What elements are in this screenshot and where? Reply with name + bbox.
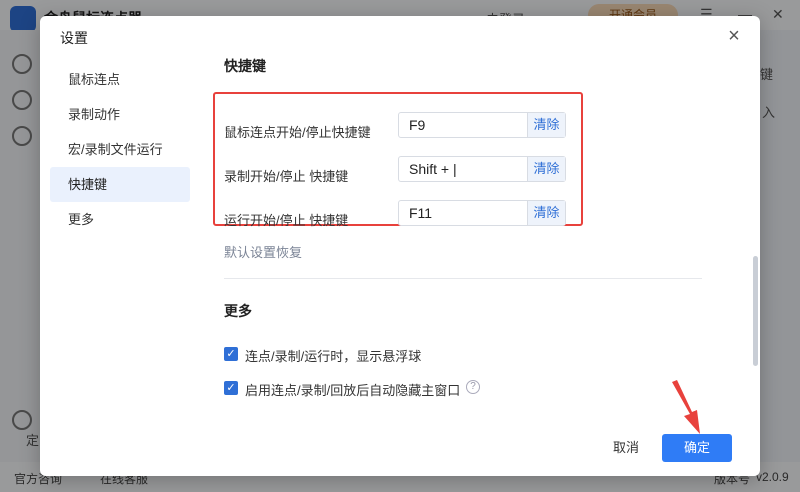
hotkey-input-click[interactable]: F9 清除	[398, 112, 566, 138]
hotkey-input-record[interactable]: Shift + | 清除	[398, 156, 566, 182]
hotkey-label-click: 鼠标连点开始/停止快捷键	[224, 125, 371, 140]
option-label-floating-ball: 连点/录制/运行时，显示悬浮球	[245, 349, 422, 364]
nav-item-hotkeys[interactable]: 快捷键	[50, 167, 190, 202]
dialog-title: 设置	[60, 30, 88, 46]
hotkey-label-run: 运行开始/停止 快捷键	[224, 213, 349, 228]
hotkey-row-click: 鼠标连点开始/停止快捷键 F9 清除	[224, 112, 584, 142]
ok-button[interactable]: 确定	[662, 434, 732, 462]
hotkey-value-record: Shift + |	[409, 161, 457, 177]
option-label-auto-hide: 启用连点/录制/回放后自动隐藏主窗口	[245, 383, 461, 398]
section-divider	[224, 278, 702, 279]
hotkey-row-run: 运行开始/停止 快捷键 F11 清除	[224, 200, 584, 230]
checkbox-floating-ball[interactable]: ✓	[224, 347, 238, 361]
hotkey-input-run[interactable]: F11 清除	[398, 200, 566, 226]
hotkey-section-title: 快捷键	[224, 58, 266, 74]
nav-item-macro-run[interactable]: 宏/录制文件运行	[50, 132, 190, 167]
hotkey-value-click: F9	[409, 117, 426, 133]
scrollbar[interactable]	[753, 256, 758, 366]
more-section-title: 更多	[224, 303, 252, 319]
hotkey-label-record: 录制开始/停止 快捷键	[224, 169, 349, 184]
checkbox-auto-hide[interactable]: ✓	[224, 381, 238, 395]
nav-item-record-action[interactable]: 录制动作	[50, 97, 190, 132]
settings-nav: 鼠标连点 录制动作 宏/录制文件运行 快捷键 更多	[50, 62, 190, 237]
clear-button-run[interactable]: 清除	[527, 201, 565, 225]
cancel-button[interactable]: 取消	[604, 434, 648, 462]
nav-item-more[interactable]: 更多	[50, 202, 190, 237]
clear-button-record[interactable]: 清除	[527, 157, 565, 181]
hotkey-value-run: F11	[409, 205, 433, 221]
close-icon[interactable]: ×	[722, 24, 746, 48]
hotkey-row-record: 录制开始/停止 快捷键 Shift + | 清除	[224, 156, 584, 186]
nav-item-mouse-click[interactable]: 鼠标连点	[50, 62, 190, 97]
settings-dialog: 设置 × 鼠标连点 录制动作 宏/录制文件运行 快捷键 更多 快捷键 鼠标连点开…	[40, 16, 760, 476]
help-icon[interactable]: ?	[466, 380, 480, 394]
restore-defaults-link[interactable]: 默认设置恢复	[224, 242, 302, 261]
clear-button-click[interactable]: 清除	[527, 113, 565, 137]
settings-content: 快捷键 鼠标连点开始/停止快捷键 F9 清除 录制开始/停止 快捷键 Shift…	[213, 56, 704, 398]
